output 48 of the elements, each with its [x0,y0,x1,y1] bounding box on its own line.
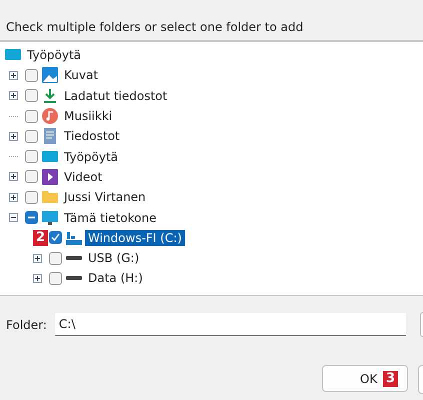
tree-item[interactable]: Videot [61,168,106,185]
tree-item[interactable]: Windows-FI (C:) [85,230,185,246]
tree-item[interactable]: Musiikki [61,108,116,124]
music-icon [42,108,58,124]
expand-button[interactable] [33,274,42,283]
tree-item[interactable]: Jussi Virtanen [61,189,149,206]
tree-item[interactable]: Työpöytä [24,47,84,64]
ok-button[interactable]: OK 3 [322,365,408,392]
picture-icon [42,67,58,84]
tree-item[interactable]: USB (G:) [85,250,142,266]
tree-item[interactable]: Data (H:) [85,270,146,286]
tree-item[interactable]: Ladatut tiedostot [61,88,170,104]
tree-item[interactable]: Työpöytä [61,148,122,165]
collapse-button[interactable] [9,213,18,222]
expand-button[interactable] [9,172,18,182]
expand-button[interactable] [9,91,18,100]
checkbox[interactable] [25,130,38,143]
download-icon [42,88,58,104]
monitor-icon [42,148,58,165]
instruction-text: Check multiple folders or select one folder to add [6,20,304,34]
document-icon [42,128,58,144]
drive-icon [66,256,82,260]
folder-label: Folder: [6,318,47,332]
expand-button[interactable] [9,70,18,80]
checkbox[interactable] [25,211,38,224]
expand-button[interactable] [33,254,42,263]
drive-icon [66,276,82,280]
checkbox[interactable] [25,190,38,204]
step-badge: 3 [383,371,398,387]
checkbox[interactable] [25,150,38,164]
video-icon [42,168,58,185]
tree-item[interactable]: Tiedostot [61,128,123,144]
checkbox[interactable] [49,272,62,285]
checkbox[interactable] [49,252,62,265]
expand-button[interactable] [9,192,18,202]
tree-item[interactable]: Tämä tietokone [61,210,160,226]
checkbox[interactable] [49,231,62,244]
checkbox[interactable] [25,89,38,102]
folder-icon [42,189,58,206]
tree-item[interactable]: Kuvat [61,67,102,84]
checkbox[interactable] [25,170,38,184]
expand-button[interactable] [9,132,18,141]
checkbox[interactable] [25,68,38,82]
monitor-icon [42,210,58,226]
step-badge: 2 [33,230,48,246]
drive-icon [66,230,82,246]
folder-field[interactable]: C:\ [54,313,406,336]
checkbox[interactable] [25,110,38,123]
